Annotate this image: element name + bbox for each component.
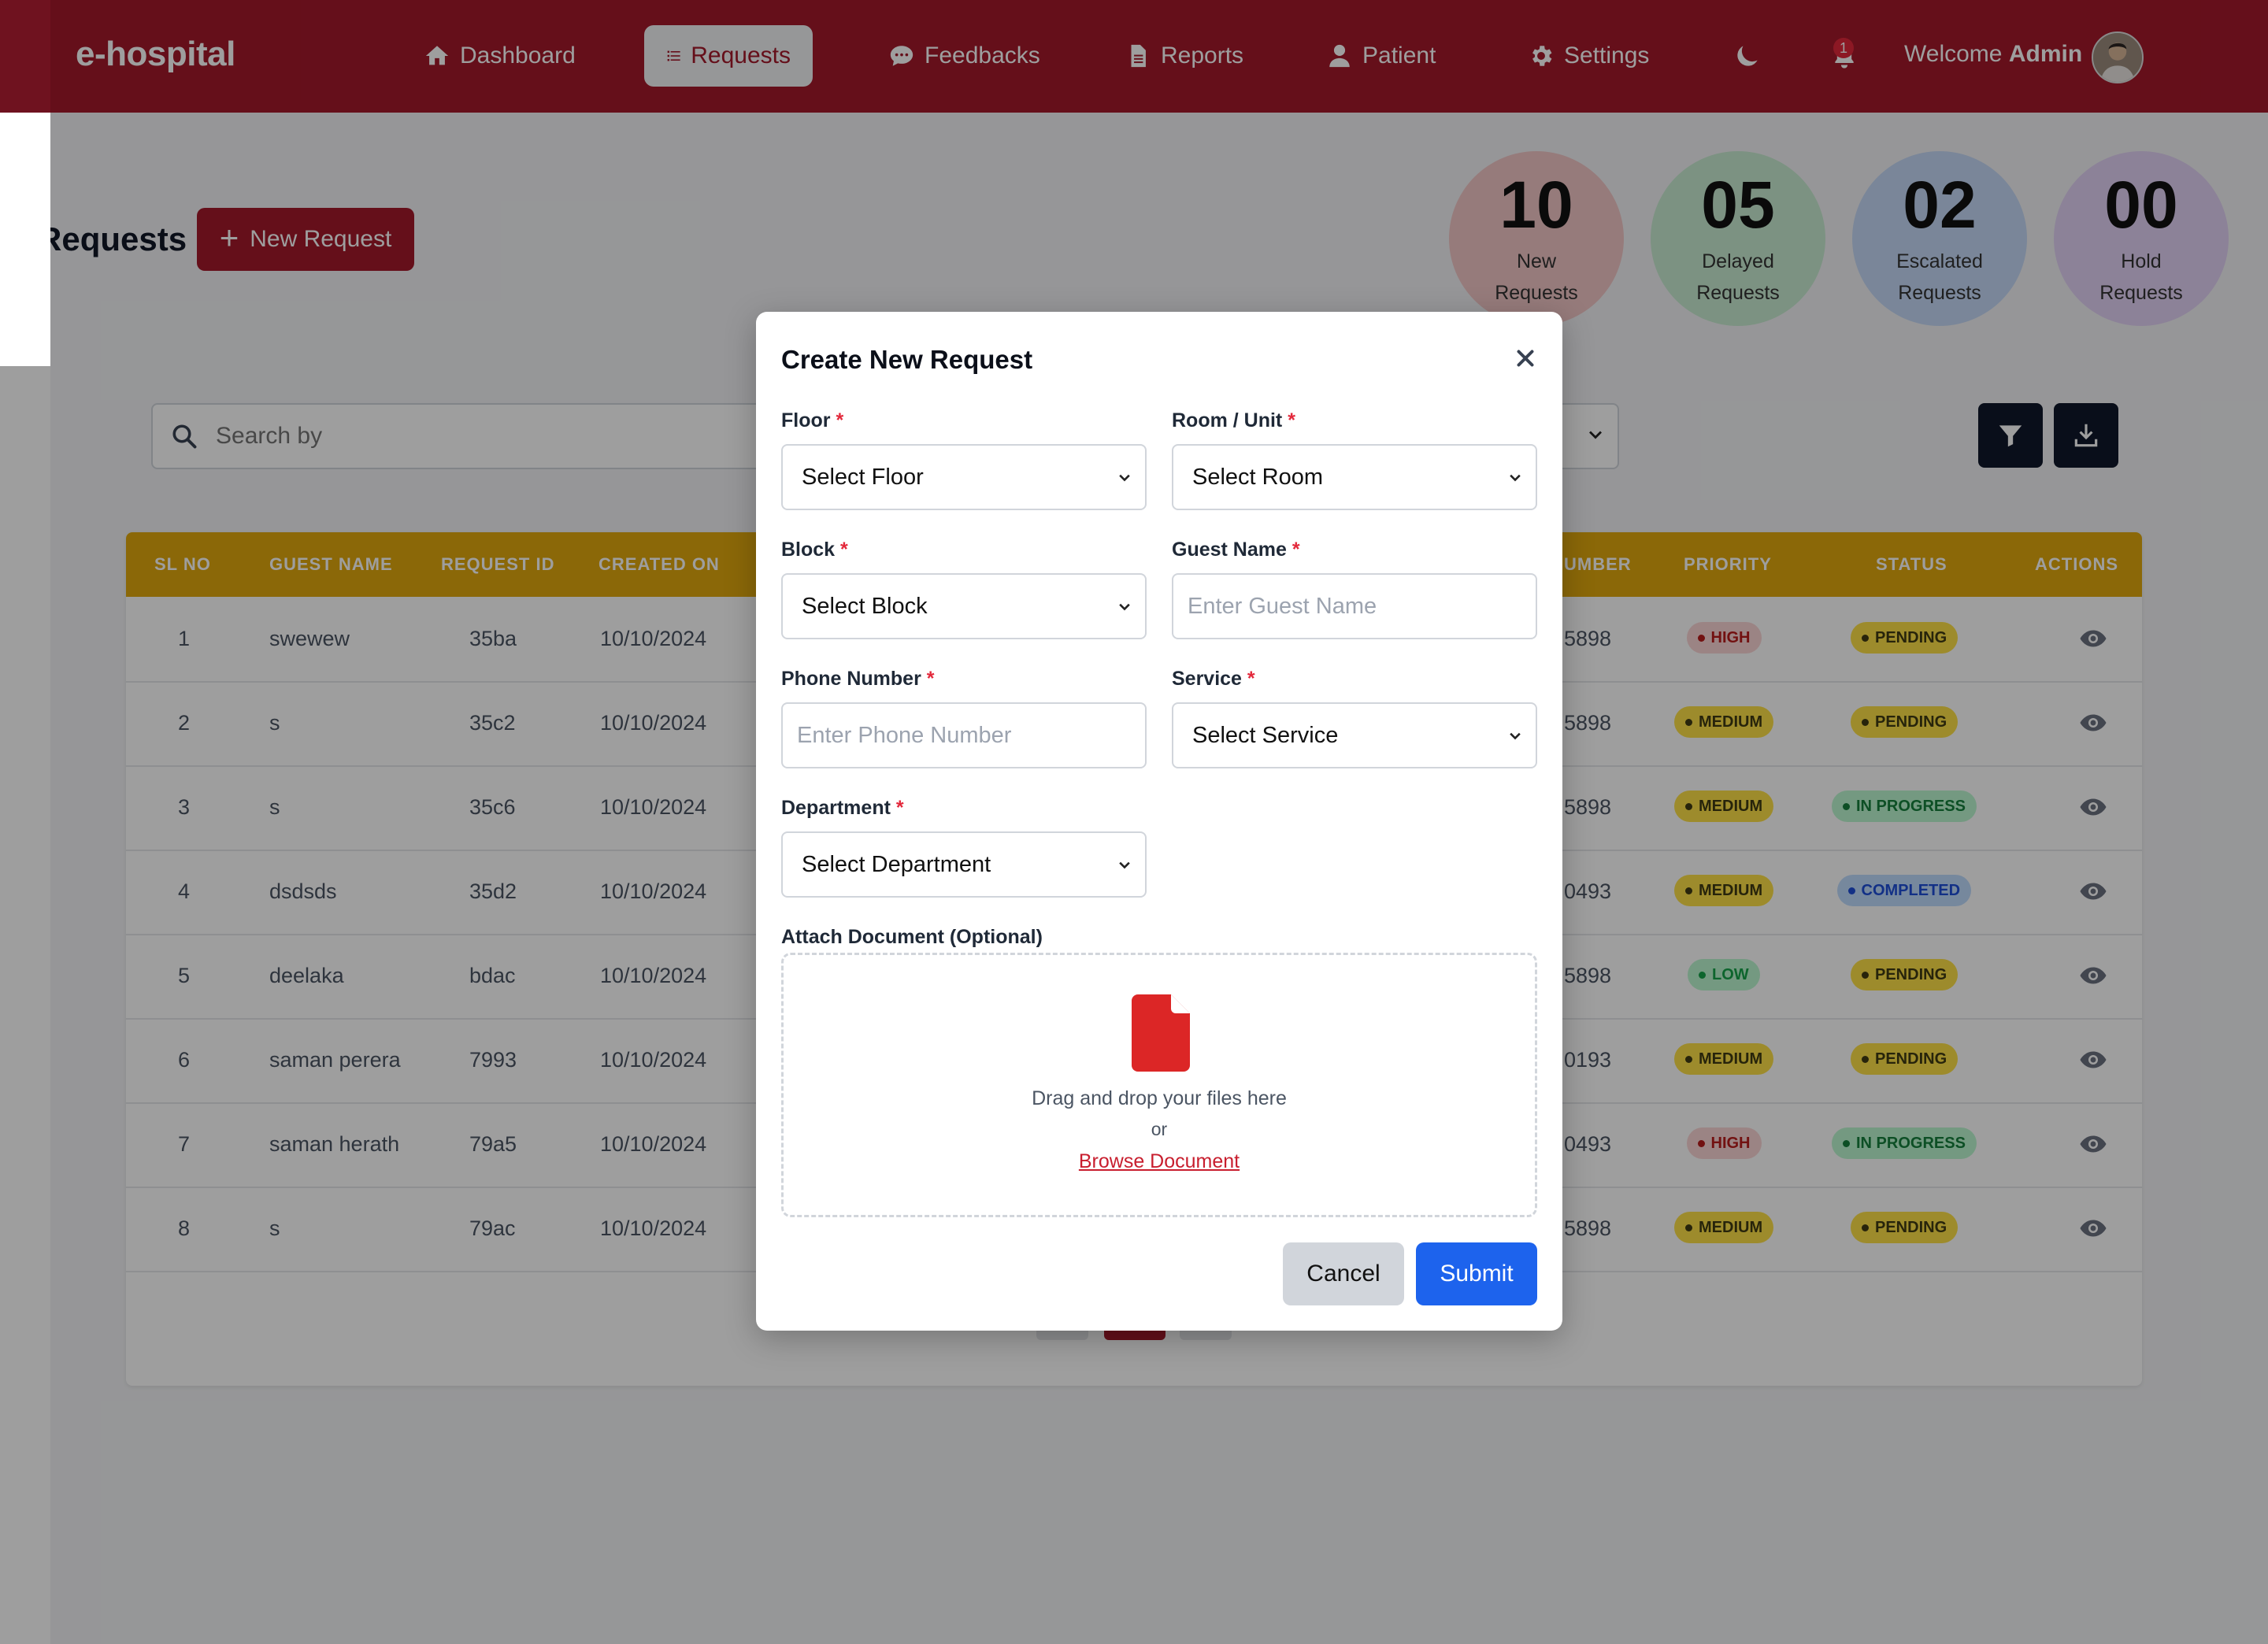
block-select-value: Select Block: [802, 594, 928, 619]
phone-input[interactable]: [781, 702, 1147, 768]
department-label: Department *: [781, 797, 904, 819]
modal-title: Create New Request: [781, 345, 1033, 374]
attach-label: Attach Document (Optional): [781, 926, 1043, 948]
department-select[interactable]: Select Department: [781, 831, 1147, 898]
chevron-down-icon: [1119, 603, 1130, 611]
service-select[interactable]: Select Service: [1172, 702, 1537, 768]
browse-document-link[interactable]: Browse Document: [784, 1150, 1535, 1173]
block-label: Block *: [781, 539, 848, 561]
close-icon[interactable]: [1512, 345, 1539, 372]
chevron-down-icon: [1119, 474, 1130, 482]
file-icon: [1132, 994, 1190, 1072]
department-select-value: Select Department: [802, 852, 991, 877]
block-select[interactable]: Select Block: [781, 573, 1147, 639]
dropzone-text: Drag and drop your files here: [1032, 1087, 1287, 1109]
chevron-down-icon: [1510, 474, 1521, 482]
floor-select[interactable]: Select Floor: [781, 444, 1147, 510]
submit-button[interactable]: Submit: [1416, 1242, 1537, 1305]
guest-name-input[interactable]: [1172, 573, 1537, 639]
phone-label: Phone Number *: [781, 668, 935, 690]
chevron-down-icon: [1119, 861, 1130, 869]
room-select-value: Select Room: [1192, 465, 1324, 490]
room-label: Room / Unit *: [1172, 409, 1295, 431]
floor-label: Floor *: [781, 409, 844, 431]
create-request-modal: Create New Request Floor * Select Floor …: [756, 312, 1562, 1331]
room-select[interactable]: Select Room: [1172, 444, 1537, 510]
cancel-button[interactable]: Cancel: [1283, 1242, 1404, 1305]
chevron-down-icon: [1510, 732, 1521, 740]
dropzone-or: or: [1151, 1119, 1168, 1139]
service-select-value: Select Service: [1192, 723, 1339, 748]
sidebar-highlight: [0, 113, 50, 366]
service-label: Service *: [1172, 668, 1255, 690]
guest-name-label: Guest Name *: [1172, 539, 1300, 561]
floor-select-value: Select Floor: [802, 465, 924, 490]
file-dropzone[interactable]: Drag and drop your files here or Browse …: [781, 953, 1537, 1217]
